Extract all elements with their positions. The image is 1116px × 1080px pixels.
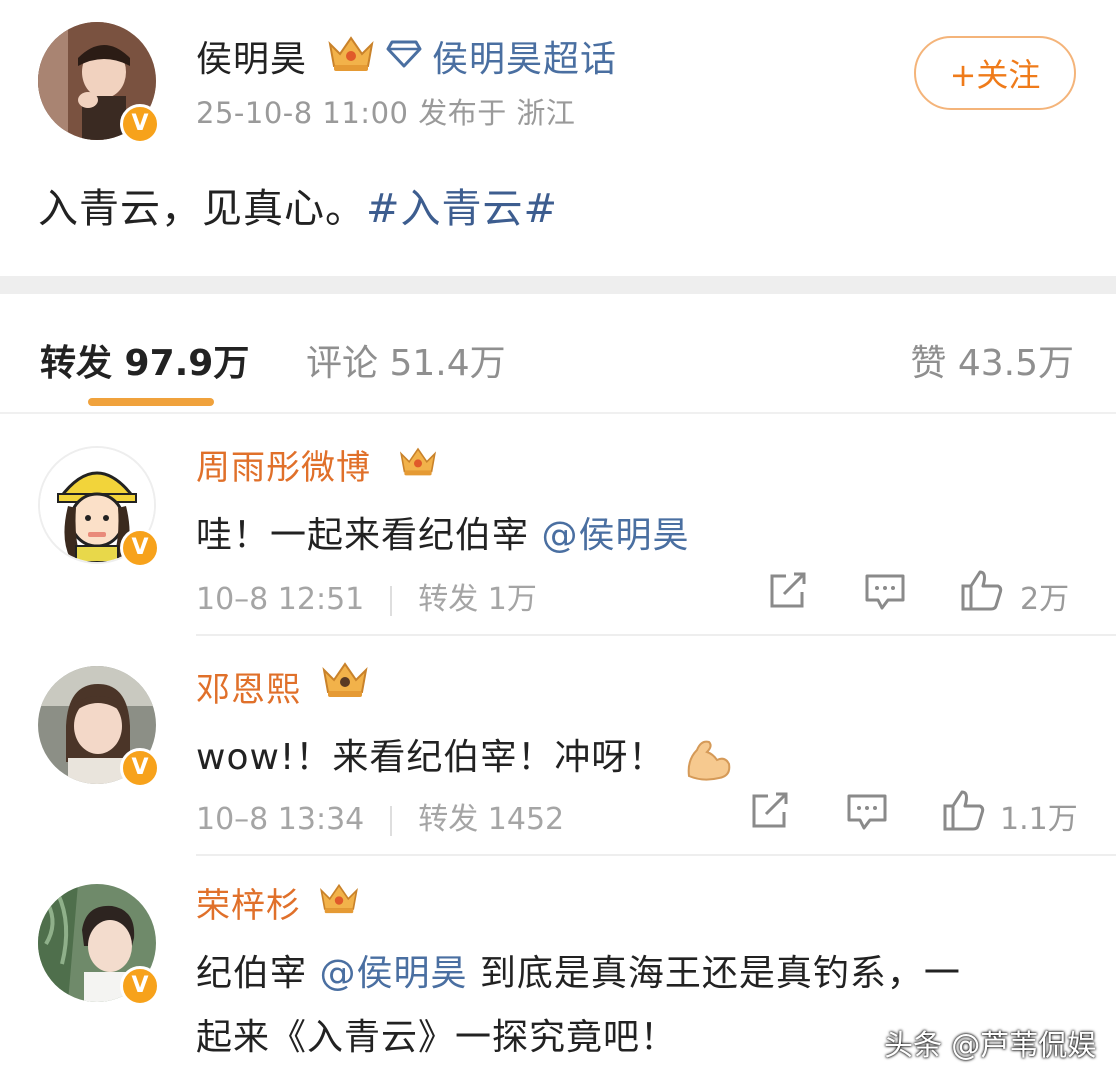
comment-text-line2: 起来《入青云》一探究竟吧！	[196, 1017, 678, 1058]
comment-meta: 10–8 13:34 转发 1452	[196, 794, 564, 838]
comment-repost-count[interactable]: 转发 1万	[418, 582, 537, 617]
share-icon[interactable]	[750, 792, 790, 830]
crown-icon	[318, 878, 360, 922]
tab-like[interactable]: 赞 43.5万	[910, 334, 1074, 386]
tab-comment[interactable]: 评论 51.4万	[306, 334, 506, 386]
post-text: 入青云，见真心。#入青云#	[38, 176, 558, 234]
verified-badge-icon: V	[120, 528, 160, 568]
comment-body-cont: 到底是真海王还是真钓系，一	[467, 953, 961, 994]
active-tab-indicator	[88, 398, 214, 406]
like-count: 1.1万	[1000, 802, 1078, 837]
thumbs-up-icon[interactable]	[942, 788, 986, 832]
tab-repost[interactable]: 转发 97.9万	[40, 334, 249, 386]
follow-button[interactable]: +关注	[914, 36, 1076, 110]
thumbs-up-icon[interactable]	[960, 568, 1004, 612]
commenter-name-text: 周雨彤微博	[196, 448, 371, 488]
post-meta: 25-10-8 11:00 发布于 浙江	[196, 96, 576, 130]
avatar[interactable]: V	[38, 666, 160, 788]
crown-icon	[320, 658, 370, 704]
meta-separator	[390, 805, 393, 836]
author-name[interactable]: 侯明昊	[196, 30, 307, 82]
crown-icon	[398, 442, 438, 484]
comment-text: 哇！一起来看纪伯宰 @侯明昊	[196, 506, 689, 558]
diamond-icon	[386, 38, 422, 68]
supertopic-link[interactable]: 侯明昊超话	[432, 30, 617, 82]
post-body: 入青云，见真心。	[38, 186, 366, 232]
crown-icon	[326, 32, 376, 74]
hashtag-link[interactable]: #入青云#	[366, 186, 558, 232]
comment-repost-count[interactable]: 转发 1452	[418, 802, 564, 837]
verified-badge-icon: V	[120, 966, 160, 1006]
comment-body: wow!！来看纪伯宰！冲呀！	[196, 737, 666, 778]
weibo-post: V 侯明昊 侯明昊超话 25-10-8 11:00 发布于 浙江 +关注 入青云…	[0, 0, 1116, 276]
comment-text: wow!！来看纪伯宰！冲呀！	[196, 728, 733, 782]
share-icon[interactable]	[768, 572, 808, 610]
commenter-name-text: 邓恩熙	[196, 670, 301, 710]
verified-badge-icon: V	[120, 104, 160, 144]
comment-time: 10–8 12:51	[196, 582, 365, 617]
watermark: 头条 @芦苇侃娱	[884, 1028, 1097, 1062]
comment-time: 10–8 13:34	[196, 802, 365, 837]
section-divider	[0, 276, 1116, 294]
like-count: 2万	[1020, 582, 1070, 617]
mention-link[interactable]: @侯明昊	[319, 953, 467, 994]
commenter-name[interactable]: 周雨彤微博	[196, 440, 371, 489]
comment-icon[interactable]	[846, 792, 888, 832]
list-item: V 周雨彤微博 哇！一起来看纪伯宰 @侯明昊 10–8 12:51 转发 1万 2…	[0, 414, 1116, 636]
comment-text: 纪伯宰 @侯明昊 到底是真海王还是真钓系，一	[196, 944, 961, 996]
avatar[interactable]: V	[38, 446, 160, 568]
comment-meta: 10–8 12:51 转发 1万	[196, 574, 537, 618]
comment-body: 纪伯宰	[196, 953, 320, 994]
stats-tabs: 转发 97.9万 评论 51.4万 赞 43.5万	[0, 294, 1116, 414]
verified-badge-icon: V	[120, 748, 160, 788]
list-item: V 邓恩熙 wow!！来看纪伯宰！冲呀！ 10–8 13:34 转发 1452 1…	[0, 636, 1116, 856]
comment-body: 哇！一起来看纪伯宰	[196, 515, 542, 556]
avatar[interactable]: V	[38, 884, 160, 1006]
comment-icon[interactable]	[864, 572, 906, 612]
flexed-biceps-emoji-icon	[683, 736, 733, 782]
commenter-name-text: 荣梓杉	[196, 886, 301, 926]
commenter-name[interactable]: 邓恩熙	[196, 662, 301, 711]
author-avatar[interactable]: V	[38, 22, 160, 144]
mention-link[interactable]: @侯明昊	[541, 515, 689, 556]
commenter-name[interactable]: 荣梓杉	[196, 878, 301, 927]
meta-separator	[390, 585, 393, 616]
